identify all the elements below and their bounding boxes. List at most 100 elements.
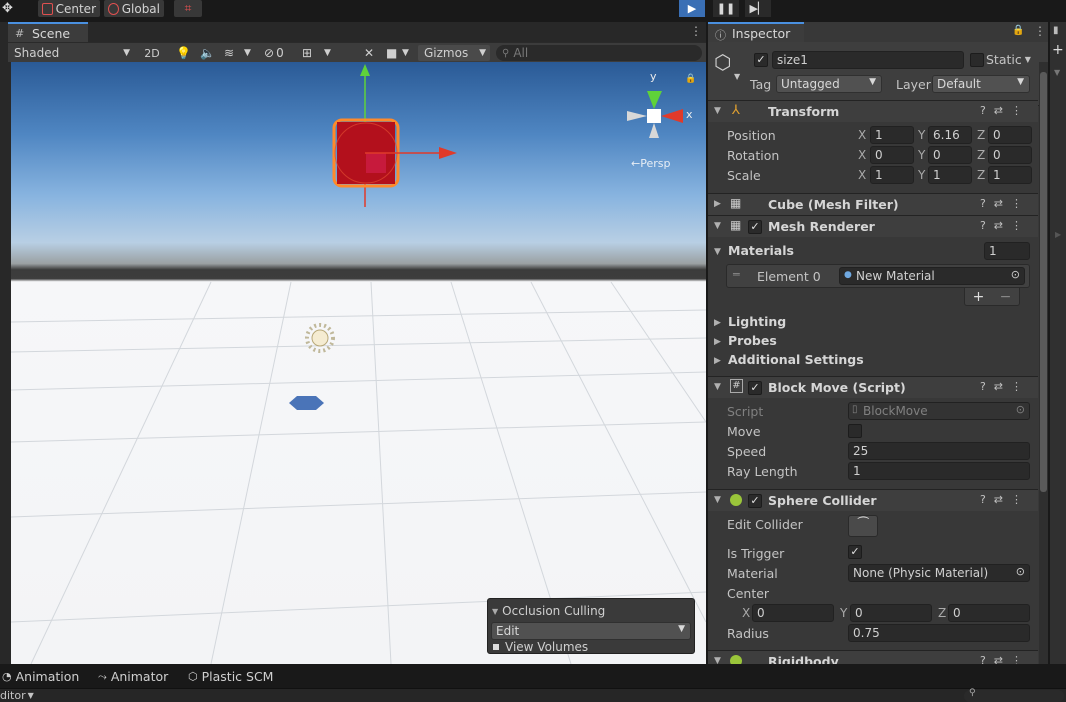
- object-picker-icon[interactable]: ⊙: [1016, 565, 1025, 578]
- pause-button[interactable]: ❚❚: [713, 0, 739, 17]
- mode-2d-button[interactable]: 2D: [140, 45, 164, 61]
- play-button[interactable]: ▶: [679, 0, 705, 17]
- tab-plastic-scm[interactable]: ⬡ Plastic SCM: [188, 669, 273, 684]
- active-checkbox[interactable]: ✓: [754, 53, 768, 67]
- editor-dropdown[interactable]: ditor ▼: [0, 689, 34, 702]
- scene-more-menu-icon[interactable]: ⋮: [690, 24, 702, 38]
- audio-icon[interactable]: 🔈: [200, 45, 215, 61]
- block-move-enabled-checkbox[interactable]: ✓: [748, 381, 762, 395]
- component-menu-icons[interactable]: ?⇄⋮: [980, 654, 1030, 664]
- mesh-renderer-header[interactable]: ▼ ▦ ✓ Mesh Renderer ?⇄⋮: [708, 215, 1038, 237]
- chevron-down-icon[interactable]: ▼: [402, 45, 409, 61]
- center-y-field[interactable]: 0: [850, 604, 932, 622]
- scrollbar-thumb[interactable]: [1040, 72, 1047, 492]
- lock-icon[interactable]: 🔒: [1012, 25, 1024, 36]
- gizmos-dropdown[interactable]: Gizmos ▼: [418, 45, 490, 61]
- step-button[interactable]: ▶▏: [745, 0, 771, 17]
- persp-label[interactable]: ←Persp: [631, 157, 670, 170]
- rotation-y-field[interactable]: 0: [928, 146, 972, 164]
- scene-visibility-toggle[interactable]: ⊘ 0: [264, 45, 284, 61]
- console-search-input[interactable]: ⚲: [964, 688, 1064, 702]
- chevron-right-icon[interactable]: ▶: [1055, 230, 1061, 239]
- ray-length-field[interactable]: 1: [848, 462, 1030, 480]
- shading-dropdown[interactable]: Shaded ▼: [14, 45, 130, 61]
- component-menu-icons[interactable]: ?⇄⋮: [980, 380, 1030, 393]
- is-trigger-checkbox[interactable]: ✓: [848, 545, 862, 559]
- scale-y-field[interactable]: 1: [928, 166, 972, 184]
- tag-dropdown[interactable]: Untagged ▼: [776, 75, 882, 93]
- center-x-field[interactable]: 0: [752, 604, 834, 622]
- effects-icon[interactable]: ≋: [224, 45, 234, 61]
- drag-handle-icon[interactable]: ═: [733, 268, 740, 281]
- occlusion-title-row[interactable]: ▼ Occlusion Culling: [492, 604, 605, 618]
- occlusion-mode-dropdown[interactable]: Edit ▼: [491, 622, 691, 640]
- layer-dropdown[interactable]: Default ▼: [932, 75, 1030, 93]
- position-z-field[interactable]: 0: [988, 126, 1032, 144]
- add-icon[interactable]: +: [1052, 42, 1064, 58]
- edit-collider-button[interactable]: ⏜: [848, 515, 878, 537]
- add-element-button[interactable]: +: [973, 289, 985, 305]
- component-menu-icons[interactable]: ?⇄⋮: [980, 493, 1030, 506]
- static-checkbox[interactable]: [970, 53, 984, 67]
- directional-light[interactable]: [305, 323, 335, 353]
- view-volumes-toggle[interactable]: View Volumes: [493, 640, 588, 654]
- scale-z-field[interactable]: 1: [988, 166, 1032, 184]
- chevron-down-icon[interactable]: ▼: [714, 247, 721, 257]
- lighting-foldout[interactable]: Lighting: [728, 314, 786, 329]
- probes-foldout[interactable]: Probes: [728, 333, 777, 348]
- tab-animation[interactable]: ◔ Animation: [2, 669, 79, 684]
- position-x-field[interactable]: 1: [870, 126, 914, 144]
- rotation-z-field[interactable]: 0: [988, 146, 1032, 164]
- element-0-field[interactable]: ● New Material ⊙: [839, 267, 1025, 285]
- object-picker-icon[interactable]: ⊙: [1011, 268, 1020, 281]
- tab-inspector[interactable]: ⓘ Inspector: [708, 22, 804, 42]
- component-menu-icons[interactable]: ?⇄⋮: [980, 104, 1030, 117]
- speed-field[interactable]: 25: [848, 442, 1030, 460]
- transform-header[interactable]: ▼ ⅄ Transform ?⇄⋮: [708, 100, 1038, 122]
- folder-icon[interactable]: ▮: [1053, 25, 1059, 36]
- inspector-scrollbar[interactable]: [1039, 62, 1048, 664]
- chevron-down-icon[interactable]: ▼: [324, 45, 331, 61]
- pivot-toggle-button[interactable]: Center: [38, 0, 100, 17]
- mesh-filter-header[interactable]: ▶ ▦ Cube (Mesh Filter) ?⇄⋮: [708, 193, 1038, 215]
- rotation-x-field[interactable]: 0: [870, 146, 914, 164]
- remove-element-button[interactable]: −: [1000, 289, 1012, 305]
- lightbulb-icon[interactable]: 💡: [176, 45, 191, 61]
- static-dropdown[interactable]: Static ▼: [986, 52, 1031, 67]
- object-name-field[interactable]: size1: [772, 51, 964, 69]
- space-toggle-button[interactable]: Global: [104, 0, 164, 17]
- component-menu-icons[interactable]: ?⇄⋮: [980, 197, 1030, 210]
- inspector-more-menu-icon[interactable]: ⋮: [1034, 24, 1046, 38]
- camera-icon[interactable]: ■: [386, 45, 397, 61]
- materials-count-field[interactable]: 1: [984, 242, 1030, 260]
- tab-scene[interactable]: # Scene: [8, 22, 88, 42]
- grid-snap-button[interactable]: ⌗: [174, 0, 202, 17]
- x-axis-arrow[interactable]: [439, 147, 457, 159]
- block-move-header[interactable]: ▼ # ✓ Block Move (Script) ?⇄⋮: [708, 376, 1038, 398]
- lock-icon[interactable]: 🔒: [685, 74, 696, 84]
- mesh-renderer-enabled-checkbox[interactable]: ✓: [748, 220, 762, 234]
- scene-search-input[interactable]: ⚲ All: [496, 45, 702, 61]
- chevron-down-icon[interactable]: ▼: [1054, 68, 1060, 77]
- hand-tool-icon[interactable]: ✥: [2, 1, 13, 16]
- physic-material-field[interactable]: None (Physic Material) ⊙: [848, 564, 1030, 582]
- orientation-gizmo[interactable]: [627, 91, 683, 138]
- rigidbody-header[interactable]: ▼ Rigidbody ?⇄⋮: [708, 650, 1038, 664]
- tab-animator[interactable]: ⤳ Animator: [98, 669, 168, 684]
- y-axis-arrow[interactable]: [360, 64, 370, 76]
- radius-field[interactable]: 0.75: [848, 624, 1030, 642]
- sphere-collider-enabled-checkbox[interactable]: ✓: [748, 494, 762, 508]
- chevron-down-icon[interactable]: ▼: [244, 45, 251, 61]
- center-z-field[interactable]: 0: [948, 604, 1030, 622]
- chevron-right-icon[interactable]: ▶: [714, 356, 721, 366]
- position-y-field[interactable]: 6.16: [928, 126, 972, 144]
- chevron-down-icon[interactable]: ▼: [734, 72, 740, 81]
- scale-x-field[interactable]: 1: [870, 166, 914, 184]
- chevron-right-icon[interactable]: ▶: [714, 318, 721, 328]
- additional-settings-foldout[interactable]: Additional Settings: [728, 352, 864, 367]
- sphere-collider-header[interactable]: ▼ ✓ Sphere Collider ?⇄⋮: [708, 489, 1038, 511]
- move-checkbox[interactable]: [848, 424, 862, 438]
- scene-viewport[interactable]: y x 🔒 ←Persp ▼ Occlusion Culling Edit ▼ …: [11, 62, 706, 664]
- component-menu-icons[interactable]: ?⇄⋮: [980, 219, 1030, 232]
- tools-icon[interactable]: ✕: [364, 45, 374, 61]
